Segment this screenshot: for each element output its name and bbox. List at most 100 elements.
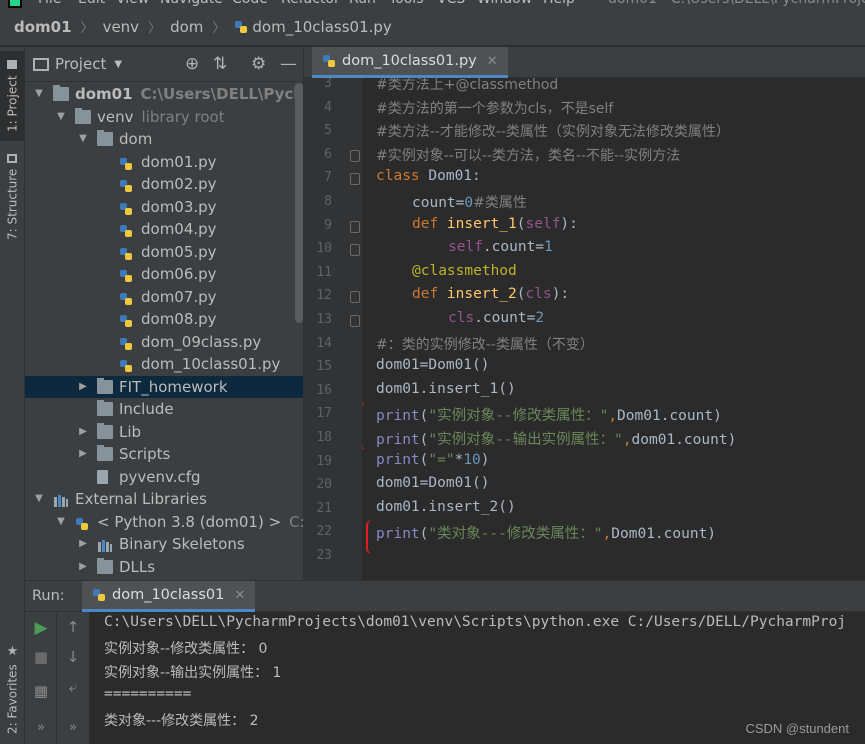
menu-item[interactable]: File: [38, 0, 61, 7]
expand-arrow-icon[interactable]: ▼: [55, 511, 67, 534]
editor-tab-active[interactable]: dom_10class01.py ✕: [312, 47, 508, 78]
breadcrumb-item-venv[interactable]: venv: [103, 18, 140, 36]
tree-item[interactable]: Include: [25, 398, 303, 421]
tree-item[interactable]: dom08.py: [25, 308, 303, 331]
code-editor[interactable]: #类方法上+@classmethod #类方法的第一个参数为cls，不是self #…: [362, 78, 865, 580]
tree-item[interactable]: dom07.py: [25, 286, 303, 309]
tree-item[interactable]: ▼ dom: [25, 128, 303, 151]
line-number: 16: [316, 382, 332, 398]
menu-item[interactable]: View: [116, 0, 149, 7]
run-toolbar-primary: ▶ ■ ▦ »: [25, 612, 57, 744]
tree-item[interactable]: ▼ External Libraries: [25, 488, 303, 511]
menu-item[interactable]: Refactor: [281, 0, 340, 7]
line-number: 5: [324, 123, 332, 139]
soft-wrap-icon[interactable]: ⤶: [57, 678, 89, 696]
line-number: 13: [316, 312, 332, 327]
close-icon[interactable]: ✕: [487, 54, 498, 69]
collapse-arrow-icon[interactable]: ▶: [77, 376, 89, 399]
expand-arrow-icon[interactable]: ▼: [77, 128, 89, 151]
tree-item[interactable]: ▶ Binary Skeletons: [25, 533, 303, 556]
more-icon[interactable]: »: [57, 720, 89, 735]
project-view-selector[interactable]: Project: [55, 55, 106, 73]
tree-item[interactable]: ▶ Scripts: [25, 443, 303, 466]
menu-item[interactable]: VCS: [437, 0, 465, 7]
folder-icon: [75, 107, 91, 124]
breadcrumb-item-project[interactable]: dom01: [14, 18, 72, 36]
menu-item[interactable]: Code: [232, 0, 268, 7]
run-panel-label: Run:: [32, 588, 65, 604]
project-tool-tab[interactable]: 1: Project: [0, 51, 25, 141]
collapse-all-icon[interactable]: ⇅: [213, 54, 227, 74]
fold-marker-icon[interactable]: [350, 220, 360, 233]
tree-item[interactable]: dom_09class.py: [25, 331, 303, 354]
tree-item[interactable]: dom04.py: [25, 218, 303, 241]
tree-item-label: Binary Skeletons: [119, 533, 245, 556]
fold-marker-icon[interactable]: [350, 244, 360, 257]
folder-icon: [97, 445, 113, 461]
code-token: #类方法的第一个参数为cls，不是self: [376, 100, 614, 117]
code-token: Dom01.count): [611, 526, 717, 543]
expand-arrow-icon[interactable]: ▼: [33, 83, 45, 106]
tree-item[interactable]: ▶ Lib: [25, 421, 303, 444]
breadcrumb-item-file[interactable]: dom_10class01.py: [234, 18, 392, 36]
tree-item[interactable]: dom06.py: [25, 263, 303, 286]
code-token: cls: [448, 310, 475, 326]
menu-item[interactable]: Tools: [389, 0, 424, 7]
favorites-tool-tab[interactable]: 2: Favorites ★: [0, 643, 25, 735]
collapse-arrow-icon[interactable]: ▶: [77, 421, 89, 444]
line-number: 7: [324, 170, 332, 186]
tree-item[interactable]: ▼ venv library root: [25, 106, 303, 129]
code-token: 1: [544, 239, 553, 256]
arrow-down-icon[interactable]: ↓: [57, 648, 89, 666]
console-output-line: 实例对象--输出实例属性： 1: [104, 665, 282, 681]
tree-item-hint: C:\Users\DELL\PycharmProjects: [140, 85, 303, 103]
collapse-arrow-icon[interactable]: ▶: [77, 556, 89, 579]
code-line: dom01=Dom01(): [376, 475, 490, 491]
code-token: def: [412, 286, 447, 303]
tree-item-name: < Python 3.8 (dom01) >: [97, 512, 282, 531]
gear-icon[interactable]: ⚙: [251, 54, 266, 74]
tree-item[interactable]: pyvenv.cfg: [25, 466, 303, 489]
run-tab-active[interactable]: dom_10class01 ✕: [82, 581, 256, 612]
expand-arrow-icon[interactable]: ▼: [33, 488, 45, 511]
fold-marker-icon[interactable]: [350, 149, 360, 162]
collapse-arrow-icon[interactable]: ▶: [77, 533, 89, 556]
tree-item[interactable]: ▼ dom01 C:\Users\DELL\PycharmProjects: [25, 83, 303, 106]
tree-item[interactable]: ▶ DLLs: [25, 556, 303, 579]
dropdown-arrow-icon[interactable]: ▼: [114, 59, 122, 70]
expand-arrow-icon[interactable]: ▼: [55, 106, 67, 129]
breadcrumb-item-dom[interactable]: dom: [170, 18, 203, 36]
collapse-arrow-icon[interactable]: ▶: [77, 443, 89, 466]
hide-panel-icon[interactable]: —: [280, 54, 297, 74]
tree-item[interactable]: ▶ FIT_homework: [25, 375, 303, 399]
more-icon[interactable]: »: [25, 720, 57, 735]
tree-item[interactable]: dom_10class01.py: [25, 353, 303, 376]
tree-item-label: dom_09class.py: [141, 331, 261, 354]
fold-marker-icon[interactable]: [350, 173, 360, 186]
tree-item[interactable]: dom05.py: [25, 241, 303, 264]
run-tab-label: dom_10class01: [112, 587, 225, 603]
menu-item[interactable]: Help: [543, 0, 575, 7]
tree-item-label: dom05.py: [141, 241, 217, 264]
breadcrumb: dom01 〉 venv 〉 dom 〉 dom_10class01.py: [0, 8, 865, 46]
menu-item[interactable]: Window: [477, 0, 532, 7]
menu-item[interactable]: Navigate: [160, 0, 223, 7]
fold-marker-icon[interactable]: [350, 291, 360, 304]
fold-marker-icon[interactable]: [350, 315, 360, 327]
structure-tool-tab[interactable]: 7: Structure: [0, 151, 25, 243]
tree-item[interactable]: ▼ < Python 3.8 (dom01) > C:\Users\DELL: [25, 511, 303, 534]
layout-icon[interactable]: ▦: [25, 682, 57, 700]
locate-file-icon[interactable]: ⊕: [185, 54, 199, 74]
code-token: insert_2: [446, 286, 517, 303]
stop-icon[interactable]: ■: [25, 648, 57, 666]
project-scrollbar[interactable]: [295, 83, 303, 323]
menu-item[interactable]: Edit: [78, 0, 105, 7]
close-icon[interactable]: ✕: [234, 588, 245, 603]
tree-item[interactable]: dom01.py: [25, 151, 303, 174]
tree-item[interactable]: dom02.py: [25, 173, 303, 196]
menu-item[interactable]: Run: [349, 0, 376, 7]
code-line: dom01.insert_1(): [376, 381, 516, 397]
rerun-icon[interactable]: ▶: [25, 618, 57, 638]
arrow-up-icon[interactable]: ↑: [57, 618, 89, 636]
tree-item[interactable]: dom03.py: [25, 196, 303, 219]
